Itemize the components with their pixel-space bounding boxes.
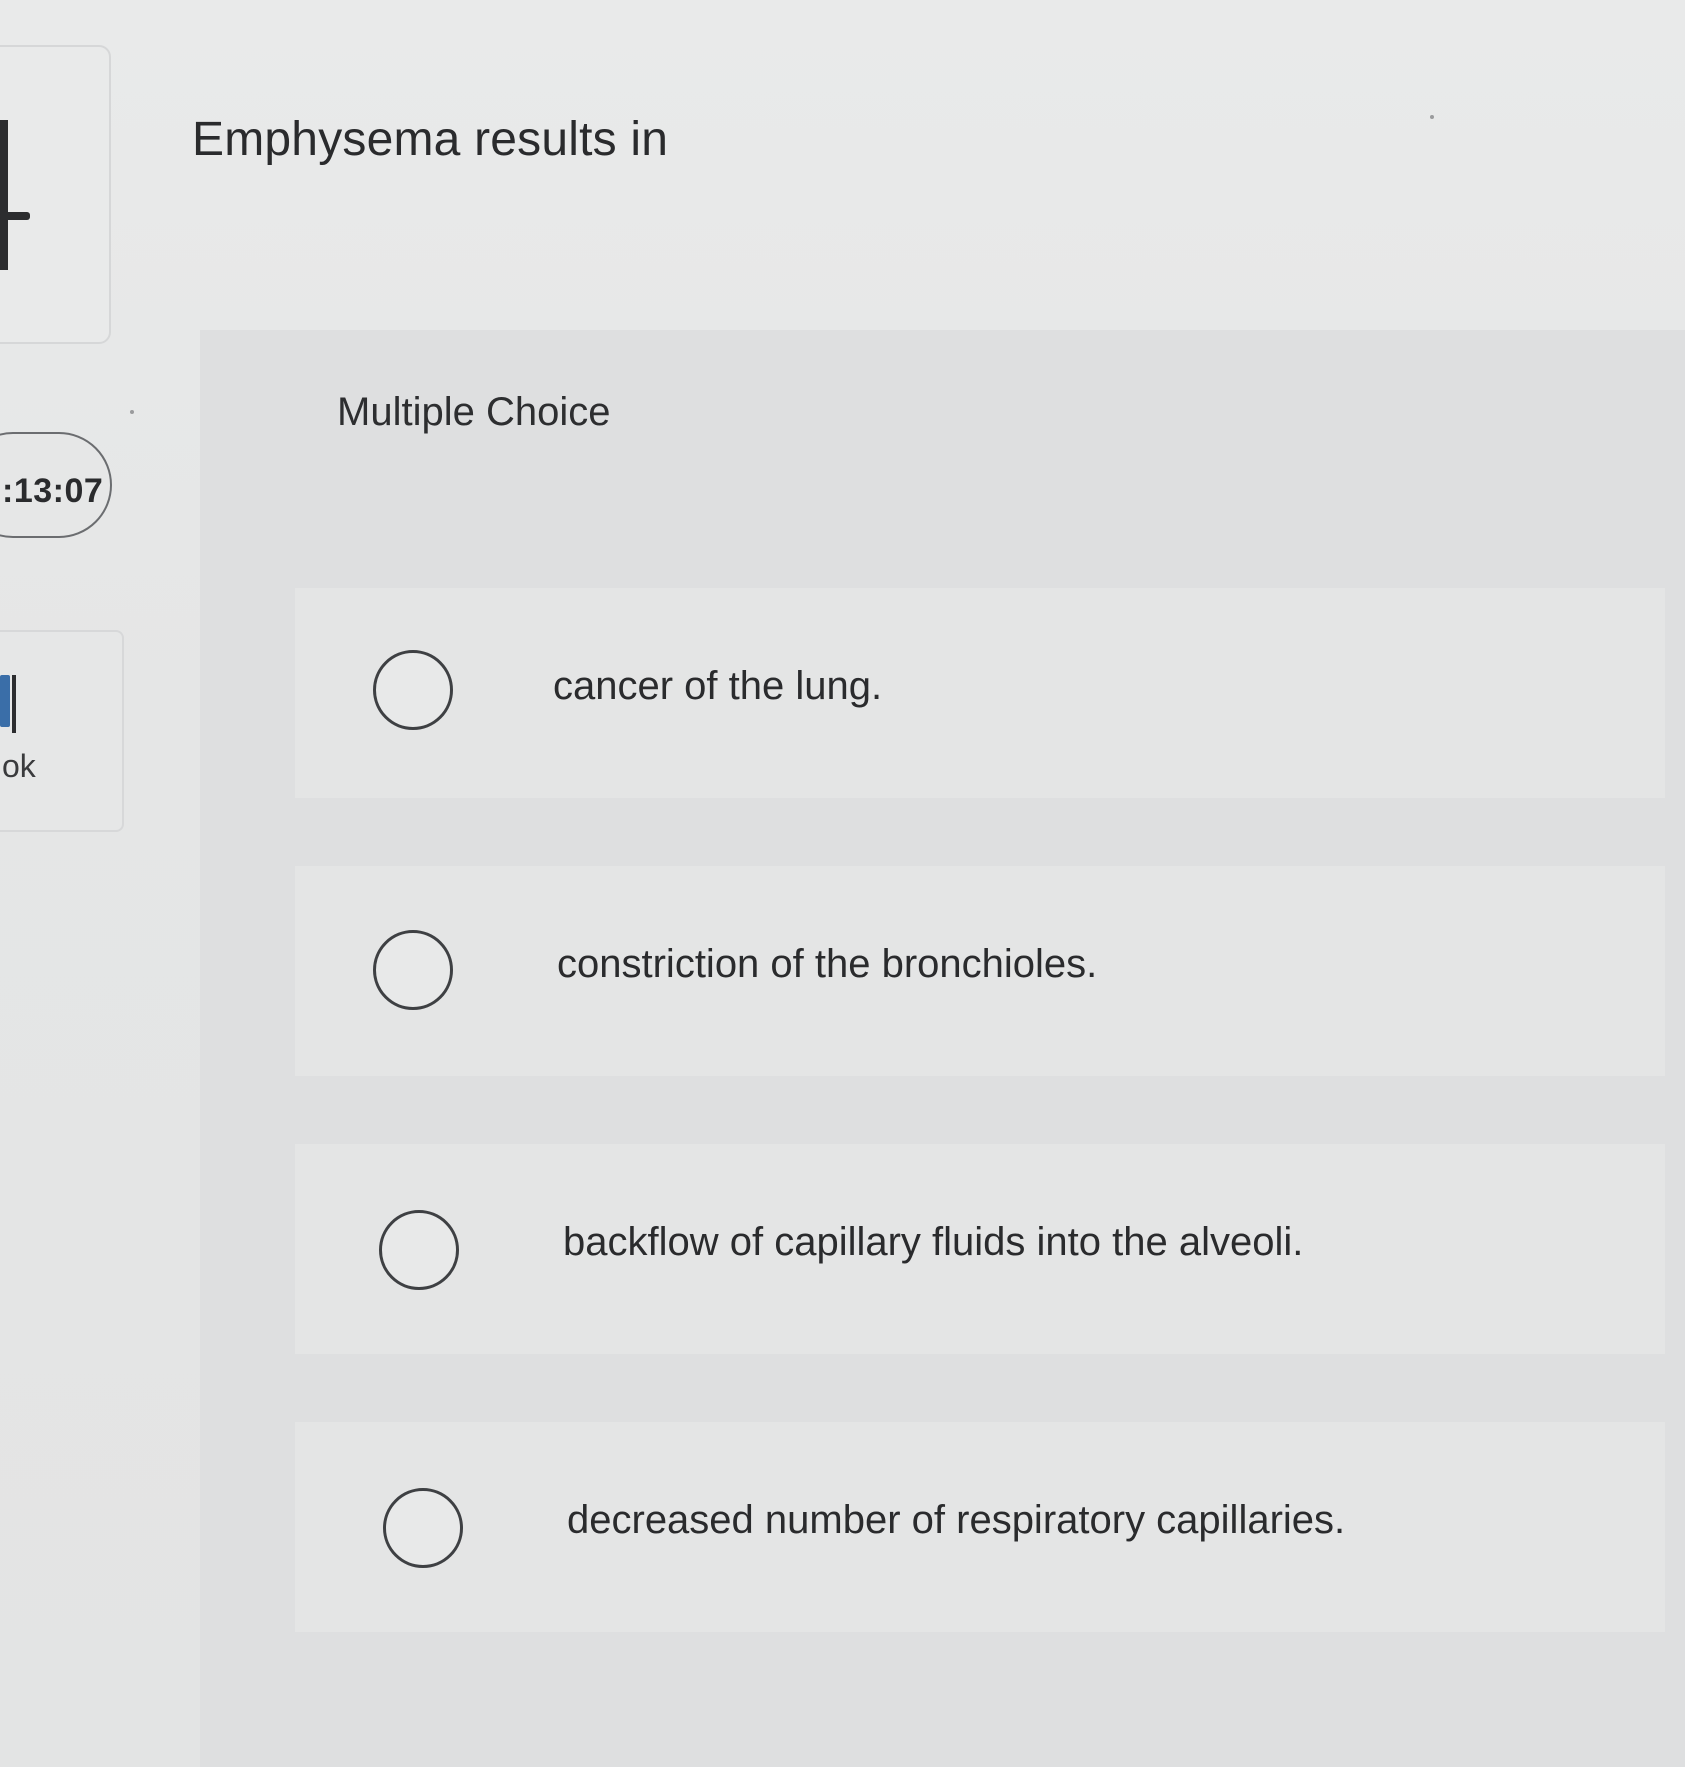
answer-option-4[interactable]: decreased number of respiratory capillar… <box>295 1422 1665 1632</box>
radio-unselected-icon[interactable] <box>383 1488 463 1568</box>
answer-option-1[interactable]: cancer of the lung. <box>295 588 1665 798</box>
ebook-button[interactable] <box>0 630 124 832</box>
speck <box>1430 115 1434 119</box>
timer-text: :13:07 <box>2 472 104 510</box>
radio-unselected-icon[interactable] <box>373 930 453 1010</box>
answer-option-text: backflow of capillary fluids into the al… <box>563 1220 1304 1264</box>
ebook-label: ok <box>2 748 36 784</box>
radio-unselected-icon[interactable] <box>379 1210 459 1290</box>
speck <box>130 410 134 414</box>
side-panel-toggle-icon[interactable] <box>0 120 30 270</box>
question-type-label: Multiple Choice <box>337 390 611 434</box>
answer-option-2[interactable]: constriction of the bronchioles. <box>295 866 1665 1076</box>
answer-option-text: decreased number of respiratory capillar… <box>567 1498 1346 1542</box>
answer-option-3[interactable]: backflow of capillary fluids into the al… <box>295 1144 1665 1354</box>
answer-option-text: constriction of the bronchioles. <box>557 942 1098 986</box>
radio-unselected-icon[interactable] <box>373 650 453 730</box>
ebook-icon <box>0 675 18 733</box>
answer-option-text: cancer of the lung. <box>553 664 883 708</box>
question-prompt: Emphysema results in <box>192 113 669 166</box>
side-panel-card[interactable] <box>0 45 111 344</box>
